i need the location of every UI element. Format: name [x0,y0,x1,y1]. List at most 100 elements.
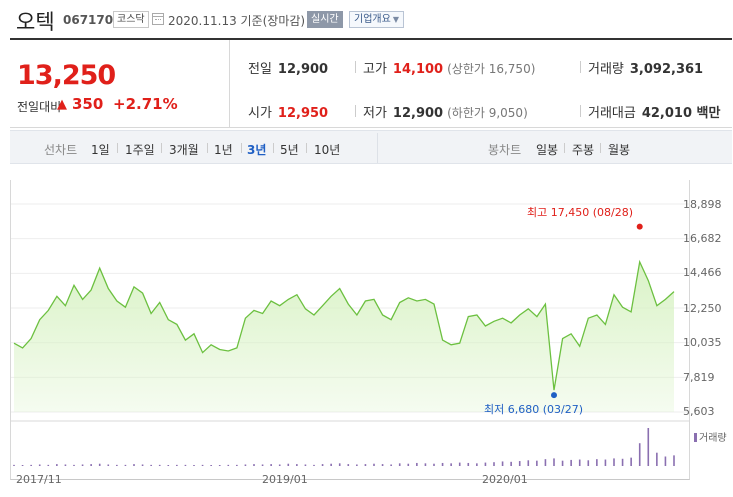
volume-bar [638,443,641,466]
volume-bar [64,464,67,466]
volume-bar [150,464,152,466]
volume-bar [270,464,272,466]
tab-separator [600,143,601,153]
volume-bar [124,464,127,466]
volume-bar [621,458,624,466]
prev-close-value: 12,900 [277,62,329,77]
change-rate: +2.71% [113,95,178,113]
volume-bar [450,463,452,466]
volume-bar [338,463,341,466]
tab-10y[interactable]: 10년 [314,141,340,158]
tab-separator [161,143,162,153]
high-value: 14,100 [392,62,444,77]
price-chart: 18,898 16,682 14,466 12,250 10,035 7,819… [0,164,733,497]
tab-5y[interactable]: 5년 [280,141,299,158]
volume-bar [30,464,32,466]
candle-chart-label: 봉차트 [488,143,522,157]
volume-bar [141,464,144,466]
realtime-button[interactable]: 실시간 [307,11,343,28]
volume-bar [484,462,487,466]
volume-value: 3,092,361 [629,62,704,77]
tab-monthly-candle[interactable]: 월봉 [608,141,630,158]
volume-bar [210,465,212,466]
lower-limit: (하한가 9,050) [447,106,528,120]
volume-bar [544,459,547,466]
divider [580,105,581,117]
volume-bar [433,463,435,466]
divider [580,61,581,73]
open-value: 12,950 [277,106,329,121]
upper-limit: (상한가 16,750) [447,62,536,76]
title-bar: 오텍 067170 코스닥 2020.11.13 기준(장마감) 실시간 기업개… [0,0,733,38]
prev-close-stat: 전일 12,900 [248,58,328,77]
volume-bar [493,462,495,466]
tab-1d[interactable]: 1일 [91,141,110,158]
line-chart-label: 선차트 [44,143,78,157]
volume-bar [184,464,187,466]
volume-label: 거래량 [588,62,624,77]
volume-bar [647,428,650,466]
prev-close-label: 전일 [248,62,272,77]
quote-date: 2020.11.13 기준(장마감) [168,14,306,28]
current-price: 13,250 [17,60,116,91]
volume-bar [561,460,564,466]
change-amount: 350 [72,95,104,113]
volume-bar [578,459,581,466]
y-tick: 7,819 [683,371,715,384]
tab-separator [241,143,242,153]
volume-bar [356,464,358,466]
volume-bar [133,464,135,466]
amount-stat: 거래대금 42,010 백만 [588,102,720,121]
volume-bar [21,465,24,466]
volume-bar [56,464,58,466]
volume-bar [364,464,367,466]
tab-daily-candle[interactable]: 일봉 [536,141,558,158]
tab-separator [306,143,307,153]
volume-bar [218,465,221,466]
volume-bar [510,461,512,466]
y-tick: 10,035 [683,336,722,349]
tab-3m[interactable]: 3개월 [169,141,199,158]
volume-bar [518,461,521,466]
volume-bar [527,460,530,466]
current-price-box: 13,250 전일대비 ▲ 350 +2.71% [10,40,230,128]
volume-bar [587,460,590,466]
tab-3y[interactable]: 3년 [247,141,266,158]
volume-bar [476,463,478,466]
volume-stat: 거래량 3,092,361 [588,58,703,77]
high-annotation: 최고 17,450 (08/28) [527,206,634,219]
company-overview-button[interactable]: 기업개요 ▼ [349,11,404,28]
amount-label: 거래대금 [588,106,636,121]
x-tick: 2019/01 [262,473,308,486]
open-label: 시가 [248,106,272,121]
volume-bar [321,464,324,466]
volume-bar [656,452,658,466]
tab-1y[interactable]: 1년 [214,141,233,158]
y-tick: 18,898 [683,198,722,211]
y-tick: 14,466 [683,266,722,279]
volume-bar [664,456,667,466]
up-triangle-icon: ▲ [57,97,67,112]
tab-separator [117,143,118,153]
volume-bar [613,458,615,466]
volume-bar [424,463,427,466]
x-tick: 2020/01 [482,473,528,486]
volume-bar [501,461,504,466]
high-stat: 고가 14,100 (상한가 16,750) [363,58,535,77]
volume-bar [596,459,598,466]
tab-group-divider [377,133,378,163]
y-tick: 5,603 [683,405,715,418]
tab-weekly-candle[interactable]: 주봉 [572,141,594,158]
volume-bar [441,462,444,466]
volume-bar [90,464,92,466]
tab-1w[interactable]: 1주일 [125,141,155,158]
volume-bar [81,464,84,466]
volume-bar [116,464,118,466]
high-label: 고가 [363,62,387,77]
high-marker [636,223,643,230]
volume-bar [330,463,332,466]
divider [355,105,356,117]
tab-separator [273,143,274,153]
volume-bar [458,462,461,466]
volume-bar [304,464,307,466]
